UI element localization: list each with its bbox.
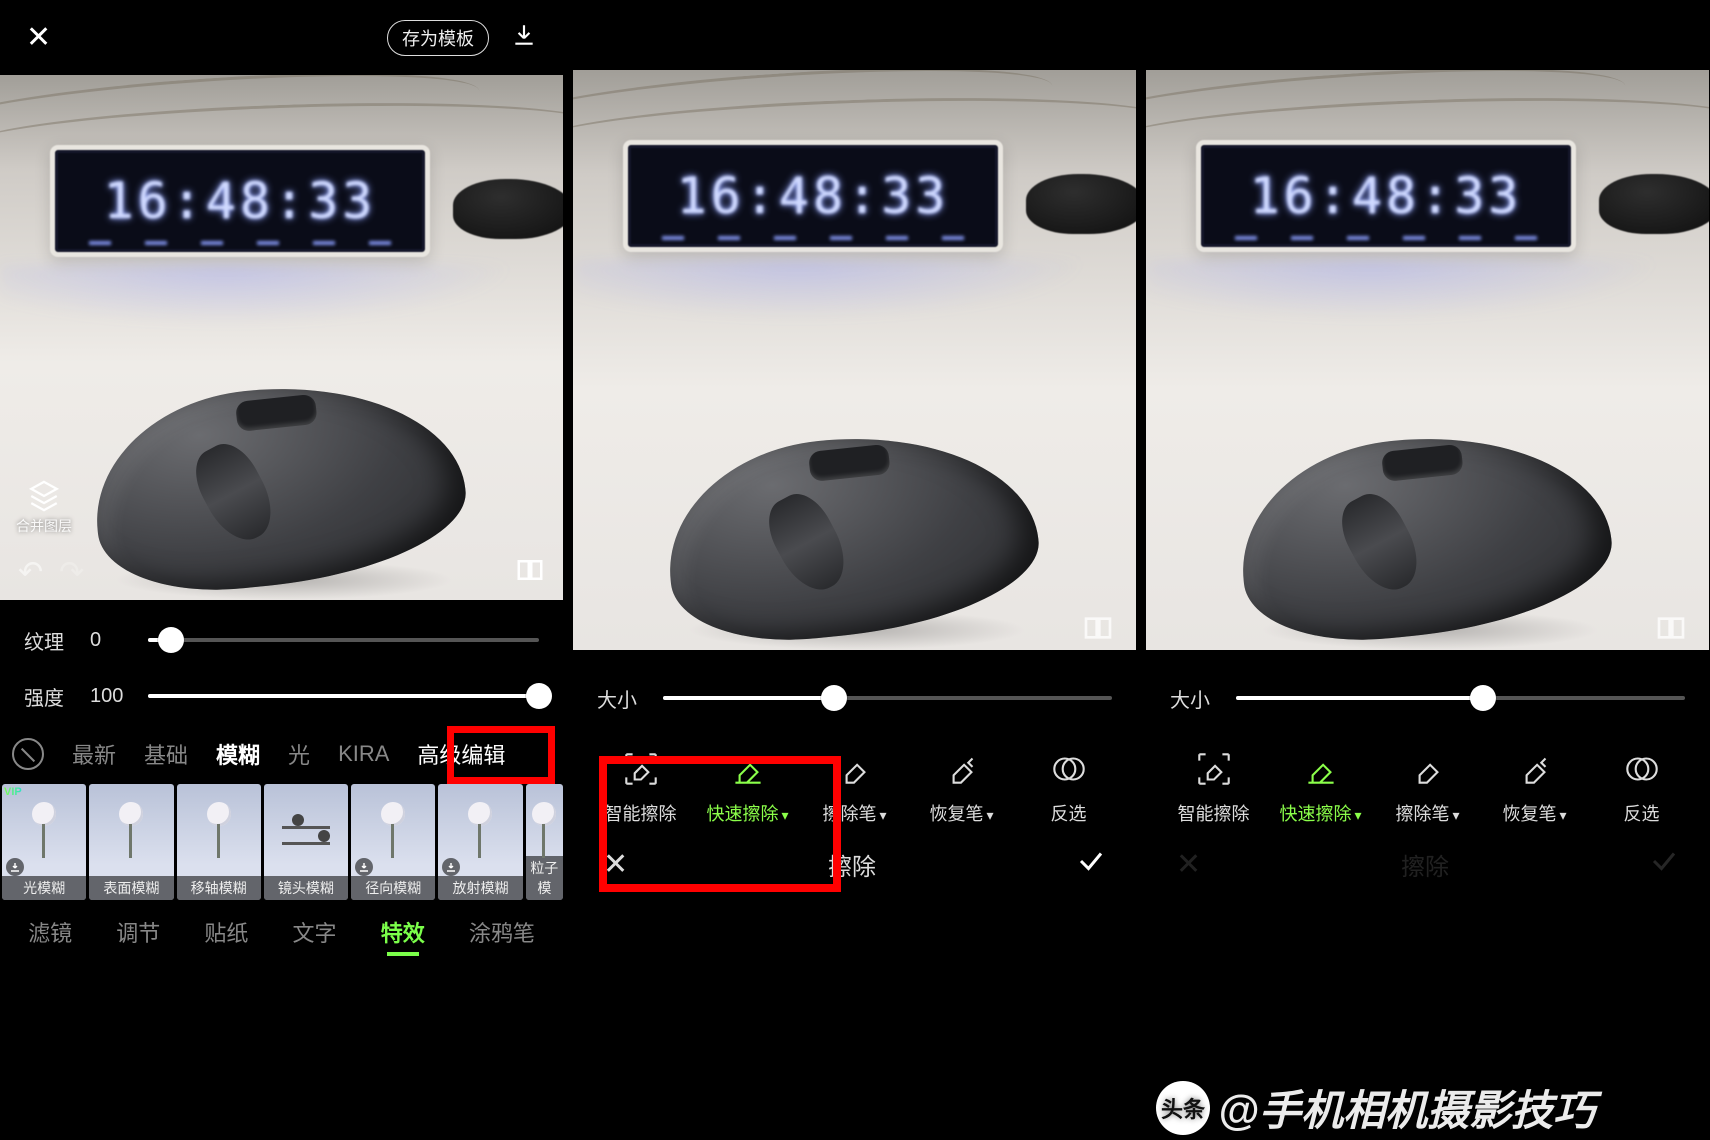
thumb-label: 光模糊: [2, 876, 86, 900]
topbar-right: 存为模板: [387, 20, 537, 56]
photo-clock-time: 16:48:33: [1250, 167, 1523, 225]
erase-title: 擦除: [1401, 847, 1449, 882]
cat-basic[interactable]: 基础: [144, 738, 188, 770]
slider-area: 大小: [573, 650, 1136, 726]
tool-invert[interactable]: 反选: [1597, 748, 1687, 826]
erase-tools: 智能擦除 快速擦除 擦除笔 恢复笔 反选: [1146, 726, 1709, 832]
tool-label: 恢复笔: [1502, 800, 1566, 826]
size-slider[interactable]: 大小: [1170, 670, 1685, 726]
compare-icon[interactable]: [515, 555, 545, 590]
thumb-surface-blur[interactable]: 表面模糊: [89, 784, 173, 900]
panel-effects: ✕ 存为模板 16:48:33 合并图层 ↶ ↷: [0, 0, 563, 1140]
thumb-particle-blur[interactable]: 粒子模: [526, 784, 563, 900]
thumb-light-blur[interactable]: 光模糊: [2, 784, 86, 900]
texture-value: 0: [90, 629, 130, 652]
tab-brush[interactable]: 涂鸦笔: [469, 916, 535, 948]
size-label: 大小: [597, 684, 645, 713]
size-track[interactable]: [663, 696, 1112, 700]
tool-label: 反选: [1051, 800, 1087, 826]
texture-label: 纹理: [24, 626, 72, 655]
photo-reflection: [0, 265, 563, 335]
cat-kira[interactable]: KIRA: [338, 741, 389, 767]
photo-clock-time: 16:48:33: [677, 167, 950, 225]
save-template-button[interactable]: 存为模板: [387, 20, 489, 56]
cat-blur[interactable]: 模糊: [216, 738, 260, 770]
slider-area: 纹理 0 强度 100: [0, 600, 563, 724]
download-icon[interactable]: [511, 22, 537, 53]
strength-track[interactable]: [148, 694, 539, 698]
tool-label: 快速擦除: [1279, 800, 1361, 826]
annotation-highlight-tools: [599, 756, 841, 892]
watermark-text: @手机相机摄影技巧: [1218, 1077, 1595, 1138]
tool-label: 反选: [1624, 800, 1660, 826]
texture-slider[interactable]: 纹理 0: [24, 612, 539, 668]
thumb-label: 镜头模糊: [264, 876, 348, 900]
close-icon[interactable]: ✕: [26, 20, 51, 55]
thumb-radial-blur[interactable]: 径向模糊: [351, 784, 435, 900]
watermark: 头条 @手机相机摄影技巧: [1156, 1077, 1709, 1138]
erase-footer: ✕ 擦除: [1146, 832, 1709, 891]
category-strip[interactable]: 最新 基础 模糊 光 KIRA 高级编辑: [0, 724, 563, 784]
compare-icon[interactable]: [1082, 612, 1114, 649]
photo-cords: [0, 75, 563, 155]
tool-label: 智能擦除: [1178, 800, 1250, 826]
tool-label: 擦除笔: [1395, 800, 1459, 826]
thumb-label: 径向模糊: [351, 876, 435, 900]
thumb-lens-blur[interactable]: 镜头模糊: [264, 784, 348, 900]
photo-clock-time: 16:48:33: [104, 172, 377, 230]
panel-erase-2: 16:48:33 大小 智能擦除 快速擦除 擦除笔 恢: [1146, 0, 1709, 1140]
confirm-icon[interactable]: [1076, 846, 1106, 883]
merge-layers-label: 合并图层: [16, 516, 72, 536]
effect-thumbs[interactable]: 光模糊 表面模糊 移轴模糊 镜头模糊 径向模糊 放射模糊 粒子模: [0, 784, 563, 902]
merge-layers-button[interactable]: 合并图层: [16, 479, 72, 536]
thumb-zoom-blur[interactable]: 放射模糊: [438, 784, 522, 900]
topbar: ✕ 存为模板: [0, 0, 563, 75]
tab-sticker[interactable]: 贴纸: [204, 916, 248, 948]
tab-effects[interactable]: 特效: [381, 916, 425, 948]
thumb-label: 粒子模: [526, 856, 563, 900]
tab-text[interactable]: 文字: [293, 916, 337, 948]
tool-restore-brush[interactable]: 恢复笔: [1490, 748, 1580, 826]
tool-erase-brush[interactable]: 擦除笔: [1383, 748, 1473, 826]
thumb-label: 移轴模糊: [177, 876, 261, 900]
undo-redo-group: ↶ ↷: [18, 555, 84, 590]
size-label: 大小: [1170, 684, 1218, 713]
photo-clock: 16:48:33: [50, 145, 430, 257]
strength-slider[interactable]: 强度 100: [24, 668, 539, 724]
tab-adjust[interactable]: 调节: [116, 916, 160, 948]
photo-bg-mouse: [453, 179, 563, 239]
watermark-logo: 头条: [1156, 1081, 1210, 1135]
redo-icon[interactable]: ↷: [59, 555, 84, 590]
cancel-icon[interactable]: ✕: [1176, 847, 1201, 882]
thumb-label: 表面模糊: [89, 876, 173, 900]
undo-icon[interactable]: ↶: [18, 555, 43, 590]
strength-label: 强度: [24, 682, 72, 711]
thumb-label: 放射模糊: [438, 876, 522, 900]
tool-quick-erase[interactable]: 快速擦除: [1276, 748, 1366, 826]
tool-label: 恢复笔: [929, 800, 993, 826]
compare-icon[interactable]: [1655, 612, 1687, 649]
preview-image[interactable]: 16:48:33 合并图层 ↶ ↷: [0, 75, 563, 600]
annotation-highlight-advanced: [447, 726, 555, 784]
size-track[interactable]: [1236, 696, 1685, 700]
tool-restore-brush[interactable]: 恢复笔: [917, 748, 1007, 826]
slider-area: 大小: [1146, 650, 1709, 726]
tab-filter[interactable]: 滤镜: [28, 916, 72, 948]
category-none-icon[interactable]: [12, 738, 44, 770]
tool-smart-erase[interactable]: 智能擦除: [1169, 748, 1259, 826]
texture-track[interactable]: [148, 638, 539, 642]
strength-value: 100: [90, 685, 130, 708]
preview-image[interactable]: 16:48:33: [573, 70, 1136, 650]
panel-erase-1: 16:48:33 大小 智能擦除 快速擦除 擦除笔 恢: [573, 0, 1136, 1140]
preview-image[interactable]: 16:48:33: [1146, 70, 1709, 650]
cat-light[interactable]: 光: [288, 738, 310, 770]
thumb-tiltshift-blur[interactable]: 移轴模糊: [177, 784, 261, 900]
photo-mouse: [94, 374, 474, 594]
size-slider[interactable]: 大小: [597, 670, 1112, 726]
bottom-tabs[interactable]: 滤镜 调节 贴纸 文字 特效 涂鸦笔: [0, 902, 563, 956]
tool-invert[interactable]: 反选: [1024, 748, 1114, 826]
cat-latest[interactable]: 最新: [72, 738, 116, 770]
confirm-icon[interactable]: [1649, 846, 1679, 883]
